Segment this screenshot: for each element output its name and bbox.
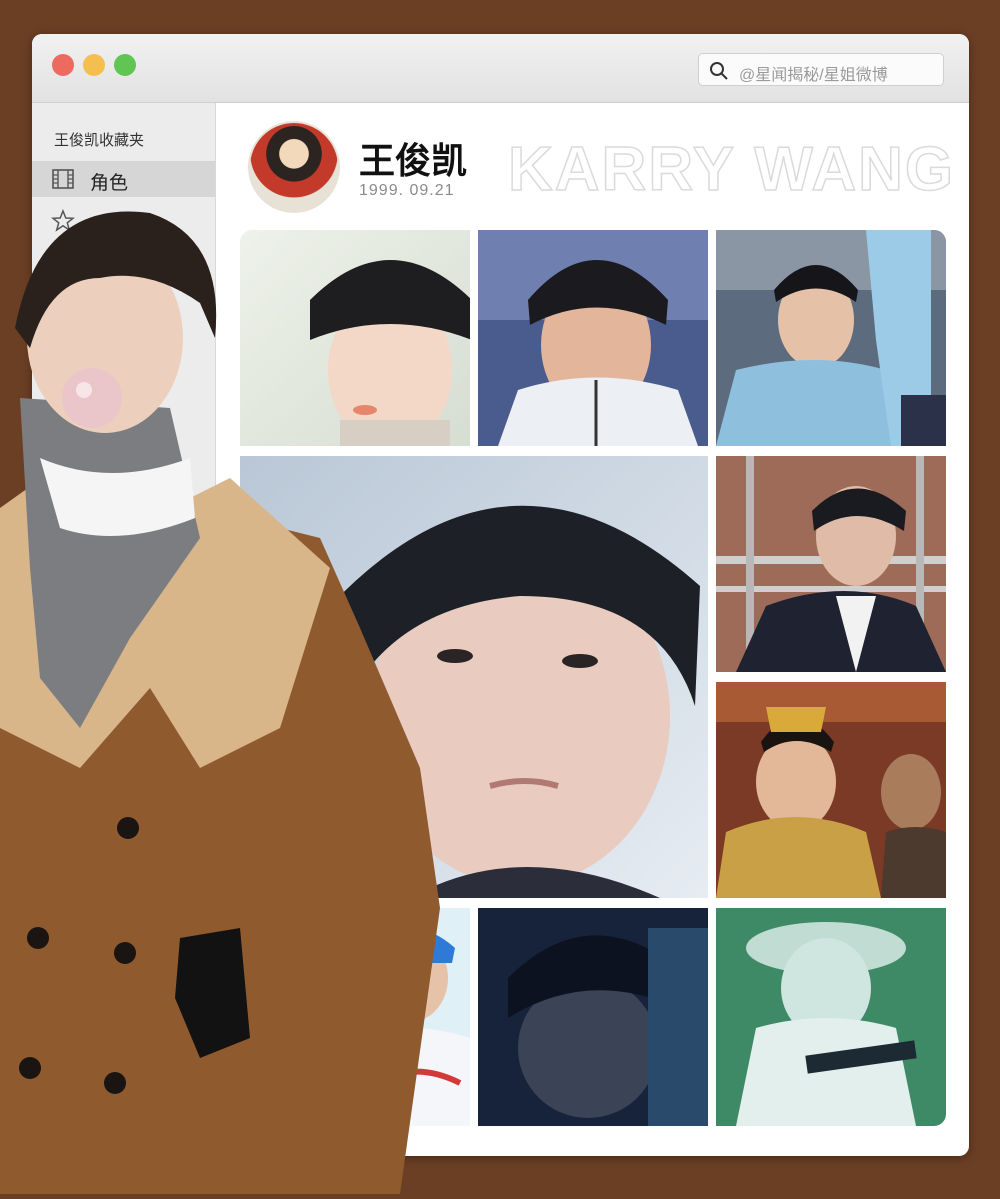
maximize-button[interactable] [114,54,136,76]
film-icon [52,169,74,189]
search-input[interactable]: @星闻揭秘/星姐微博 [739,61,888,85]
birth-date: 1999. 09.21 [359,182,455,199]
avatar[interactable] [248,121,340,213]
photo-tile-5[interactable] [716,456,946,672]
sidebar-title: 王俊凯收藏夹 [54,132,145,149]
search-icon [710,62,728,80]
photo-tile-3[interactable] [716,230,946,446]
sidebar-item-label: 角色 [90,173,129,194]
featured-figure-cutout [0,208,460,1194]
photo-tile-2[interactable] [478,230,708,446]
photo-tile-9[interactable] [716,908,946,1126]
profile-name: 王俊凯 [359,140,468,181]
minimize-button[interactable] [83,54,105,76]
photo-tile-8[interactable] [478,908,708,1126]
search-bar[interactable]: @星闻揭秘/星姐微博 [698,53,944,86]
title-bar: @星闻揭秘/星姐微博 [32,34,969,103]
banner-text: KARRY WANG [507,134,956,205]
sidebar-item-roles[interactable]: 角色 [32,161,215,197]
close-button[interactable] [52,54,74,76]
photo-tile-6[interactable] [716,682,946,898]
